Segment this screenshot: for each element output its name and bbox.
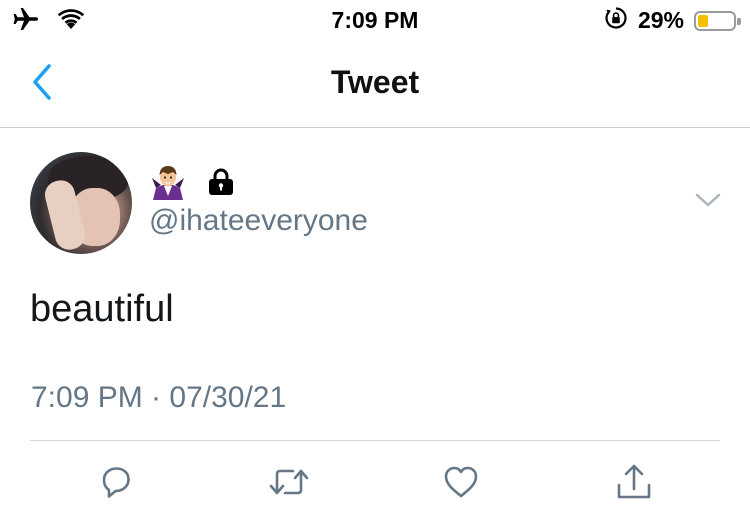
page-title: Tweet	[330, 64, 420, 100]
battery-percent: 29%	[637, 7, 684, 33]
tweet-timestamp: 7:09 PM · 07/30/21	[31, 381, 287, 414]
like-button[interactable]	[439, 462, 483, 506]
share-button[interactable]	[612, 462, 656, 506]
retweet-button[interactable]	[267, 462, 311, 506]
retweet-icon	[267, 462, 311, 507]
chevron-down-icon	[694, 193, 722, 214]
display-name-row[interactable]	[150, 162, 236, 207]
heart-icon	[441, 462, 481, 507]
vampire-emoji	[150, 162, 186, 207]
battery-icon	[694, 10, 741, 31]
battery-level	[698, 14, 708, 27]
tweet-menu-button[interactable]	[694, 190, 722, 214]
battery-nub	[737, 17, 741, 25]
status-bar: 7:09 PM 29%	[0, 0, 750, 40]
avatar[interactable]	[30, 152, 132, 254]
navigation-bar: Tweet	[0, 40, 750, 128]
lock-icon	[206, 167, 236, 202]
orientation-lock-icon	[604, 6, 628, 35]
action-bar	[0, 462, 750, 508]
tweet-detail-screen: 7:09 PM 29% Tweet @ihateeveryone beautif…	[0, 0, 750, 526]
status-right: 29%	[604, 6, 741, 35]
reply-icon	[96, 462, 136, 507]
reply-button[interactable]	[94, 462, 138, 506]
share-icon	[614, 462, 654, 507]
divider	[30, 440, 720, 441]
tweet-text: beautiful	[30, 288, 174, 330]
user-handle[interactable]: @ihateeveryone	[149, 204, 368, 238]
